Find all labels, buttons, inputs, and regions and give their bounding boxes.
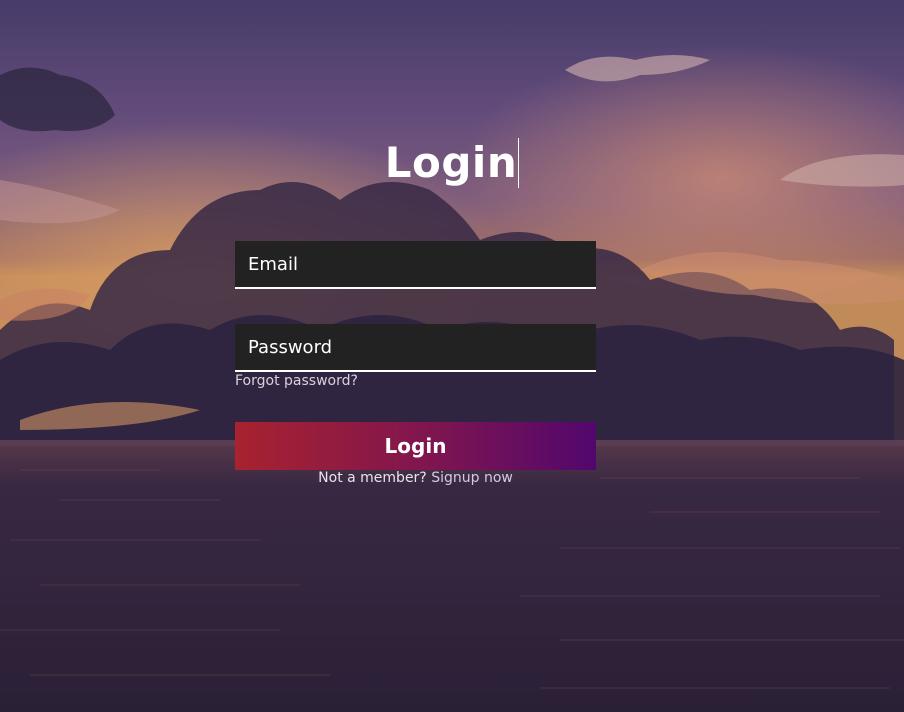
page-title-text: Login [384,138,518,187]
signup-prompt-text: Not a member? [318,470,427,486]
login-page: Login Forgot password? Login Not a membe… [0,0,904,712]
forgot-password-link[interactable]: Forgot password? [235,373,358,389]
password-input[interactable] [235,324,596,370]
signup-link[interactable]: Signup now [431,470,513,486]
login-button[interactable]: Login [235,422,596,470]
password-field[interactable] [235,324,596,372]
text-cursor [518,137,520,188]
signup-prompt: Not a member? Signup now [0,470,831,486]
email-field[interactable] [235,241,596,289]
page-title: Login [0,137,904,188]
email-input[interactable] [235,241,596,287]
